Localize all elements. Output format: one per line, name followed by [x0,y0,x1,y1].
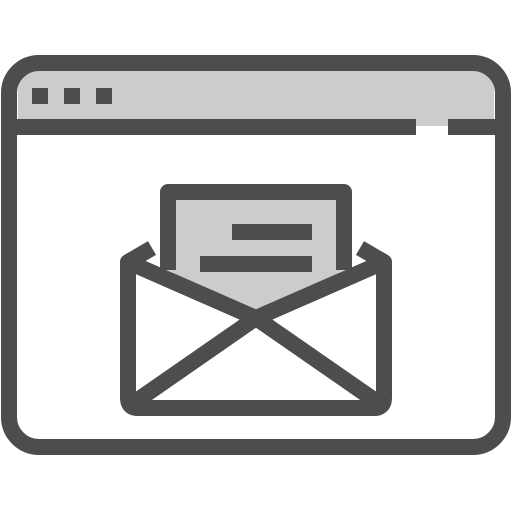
open-envelope-icon [120,184,392,416]
letter-text-line-1 [232,224,312,240]
browser-window-email-icon [1,55,511,455]
window-dot-icon [64,88,80,104]
titlebar-fill [18,70,494,126]
window-dot-icon [32,88,48,104]
browser-email-illustration [0,0,512,512]
window-dot-icon [96,88,112,104]
letter-text-line-2 [200,256,312,272]
envelope-fold-left [127,311,261,411]
envelope-fold-right [251,311,385,411]
